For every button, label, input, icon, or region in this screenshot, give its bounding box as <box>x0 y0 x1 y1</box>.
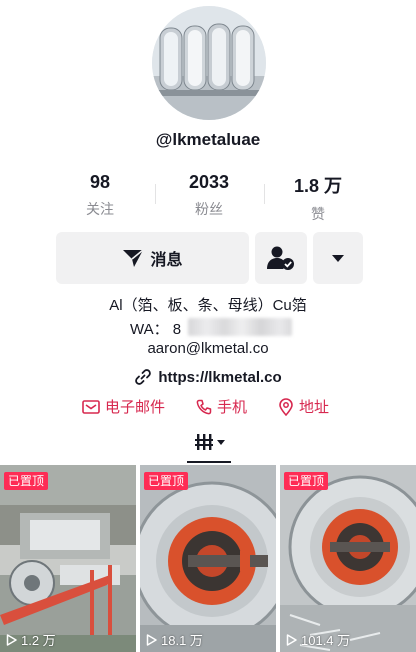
metal-coil-thumbnail <box>140 465 276 652</box>
following-stat[interactable]: 98 关注 <box>45 172 155 219</box>
view-count-value: 1.2 万 <box>21 633 56 648</box>
username: @lkmetaluae <box>155 130 261 149</box>
following-count: 98 <box>89 172 111 192</box>
message-button-label: 消息 <box>150 252 183 269</box>
likes-stat[interactable]: 1.8 万 赞 <box>263 172 373 224</box>
video-thumbnail-2[interactable]: 已置顶 18.1 万 <box>140 465 276 652</box>
more-options-button[interactable] <box>313 232 363 284</box>
website-link[interactable]: https://lkmetal.co <box>0 368 416 386</box>
phone-contact-button[interactable]: 手机 <box>196 396 247 417</box>
likes-count: 1.8 万 <box>293 176 343 196</box>
address-contact-button[interactable]: 地址 <box>278 396 329 417</box>
phone-contact-label: 手机 <box>217 399 248 416</box>
profile-avatar[interactable] <box>152 6 266 120</box>
followers-stat[interactable]: 2033 粉丝 <box>154 172 264 219</box>
following-label: 关注 <box>86 201 114 217</box>
bio-line: Al（箔、板、条、母线）Cu箔 <box>109 297 307 314</box>
email-contact-button[interactable]: 电子邮件 <box>82 396 165 417</box>
pinned-badge: 已置顶 <box>4 472 49 490</box>
view-count-value: 18.1 万 <box>161 633 203 648</box>
person-check-icon <box>267 246 294 270</box>
video-thumbnail-1[interactable]: 已置顶 1.2 万 <box>0 465 136 652</box>
followers-label: 粉丝 <box>195 201 223 217</box>
location-pin-icon <box>279 397 293 416</box>
view-count-value: 101.4 万 <box>301 633 351 648</box>
bio-whatsapp: WA： 8 <box>130 321 182 338</box>
message-button[interactable]: 消息 <box>56 232 249 284</box>
profile-stats: 98 关注 2033 粉丝 1.8 万 赞 <box>0 172 416 222</box>
view-count: 101.4 万 <box>286 630 350 649</box>
send-icon <box>123 249 144 267</box>
add-friend-button[interactable] <box>255 232 307 284</box>
bio-email: aaron@lkmetal.co <box>147 340 269 357</box>
play-icon <box>146 633 157 646</box>
redacted-phone <box>188 318 292 336</box>
followers-count: 2033 <box>188 172 230 192</box>
pinned-badge: 已置顶 <box>284 472 329 490</box>
website-url: https://lkmetal.co <box>158 368 282 386</box>
tab-videos[interactable] <box>186 428 232 460</box>
video-thumbnail-3[interactable]: 已置顶 101.4 万 <box>280 465 416 652</box>
caret-down-icon <box>332 255 344 262</box>
mail-icon <box>82 399 100 414</box>
tab-active-indicator <box>187 461 231 463</box>
factory-machine-thumbnail <box>0 465 136 652</box>
phone-icon <box>196 399 212 414</box>
metal-coil-avatar <box>152 6 266 120</box>
video-grid: 已置顶 1.2 万 已置顶 18.1 万 已置顶 101.4 万 <box>0 465 416 652</box>
email-contact-label: 电子邮件 <box>105 399 166 416</box>
view-count: 1.2 万 <box>6 630 56 649</box>
play-icon <box>286 633 297 646</box>
likes-label: 赞 <box>311 206 325 222</box>
contact-row: 电子邮件 手机 地址 <box>0 396 416 418</box>
view-count: 18.1 万 <box>146 630 203 649</box>
address-contact-label: 地址 <box>299 399 330 416</box>
grid-bars-icon <box>195 434 225 450</box>
pinned-badge: 已置顶 <box>144 472 189 490</box>
play-icon <box>6 633 17 646</box>
link-icon <box>135 369 152 385</box>
metal-coil-thumbnail <box>280 465 416 652</box>
